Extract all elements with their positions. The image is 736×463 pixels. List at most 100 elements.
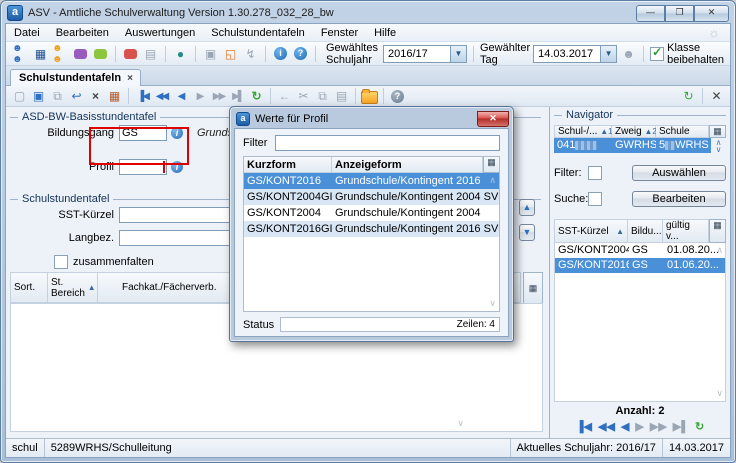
dialog-filter-input[interactable] xyxy=(275,135,500,151)
info-icon[interactable]: i xyxy=(171,161,183,173)
layers-icon[interactable]: ▣ xyxy=(202,46,219,62)
dialog-row[interactable]: GS/KONT2016GI Grundschule/Kontingent 201… xyxy=(244,221,499,237)
bearbeiten-button[interactable]: Bearbeiten xyxy=(632,191,726,207)
chat-purple-icon[interactable] xyxy=(72,46,89,62)
classes-board-icon[interactable]: ▦ xyxy=(32,46,49,62)
schuljahr-select[interactable]: 2016/17 ▼ xyxy=(383,45,467,63)
window-badge-icon[interactable]: ◱ xyxy=(222,46,239,62)
row-scroll-icons[interactable]: ∧∨ xyxy=(711,139,726,153)
auswaehlen-button[interactable]: Auswählen xyxy=(632,165,726,181)
tab-close-icon[interactable]: × xyxy=(127,73,133,84)
menu-bearbeiten[interactable]: Bearbeiten xyxy=(56,27,109,39)
fast-back-icon[interactable]: ◀◀ xyxy=(598,420,615,433)
menu-fenster[interactable]: Fenster xyxy=(321,27,358,39)
flash-icon[interactable]: ↯ xyxy=(242,46,259,62)
folder-icon[interactable] xyxy=(361,88,378,104)
dialog-row[interactable]: GS/KONT2016 Grundschule/Kontingent 2016 xyxy=(244,173,499,189)
statusbar-schuljahr: Aktuelles Schuljahr: 2016/17 xyxy=(511,439,663,457)
col-zweig[interactable]: Zweig ▲2 xyxy=(612,125,656,138)
export-refresh-icon[interactable]: ↻ xyxy=(680,88,697,104)
next-record-icon[interactable]: ▶ xyxy=(191,88,208,104)
paste-icon[interactable]: ▤ xyxy=(333,88,350,104)
forward-icon[interactable]: ▶ xyxy=(635,420,643,433)
col-gueltig[interactable]: gültig v... xyxy=(663,219,709,243)
col-schule[interactable]: Schule xyxy=(656,125,709,138)
help-icon[interactable]: ? xyxy=(292,46,309,62)
save-icon[interactable]: ▣ xyxy=(30,88,47,104)
refresh-icon[interactable]: ↻ xyxy=(248,88,265,104)
filter-checkbox[interactable] xyxy=(588,166,602,180)
menu-datei[interactable]: Datei xyxy=(14,27,40,39)
col-sst-kuerzel[interactable]: SST-Kürzel▲ xyxy=(554,219,628,243)
globe-icon[interactable]: ● xyxy=(172,46,189,62)
menu-auswertungen[interactable]: Auswertungen xyxy=(125,27,195,39)
chevron-down-icon[interactable]: ▼ xyxy=(600,46,616,62)
menu-schulstundentafeln[interactable]: Schulstundentafeln xyxy=(211,27,305,39)
sst-row[interactable]: GS/KONT2004 GS 01.08.20... xyxy=(555,243,725,258)
dialog-row[interactable]: GS/KONT2004GI Grundschule/Kontingent 200… xyxy=(244,189,499,205)
fast-forward-icon[interactable]: ▶▶ xyxy=(210,88,227,104)
column-chooser-icon[interactable]: ▦ xyxy=(483,157,499,173)
klasse-beibehalten-checkbox[interactable] xyxy=(650,47,664,61)
new-record-icon[interactable]: ▢ xyxy=(11,88,28,104)
maximize-button[interactable]: ❐ xyxy=(665,5,694,22)
chat-green-icon[interactable] xyxy=(92,46,109,62)
column-chooser-icon[interactable]: ▦ xyxy=(709,125,726,138)
scroll-down-icon[interactable]: ∨ xyxy=(489,298,496,309)
minimize-button[interactable]: — xyxy=(636,5,665,22)
col-kurzform[interactable]: Kurzform xyxy=(244,157,332,173)
spinner-up-icon[interactable]: ▲ xyxy=(519,199,535,216)
column-chooser-icon[interactable]: ▦ xyxy=(709,219,726,243)
first-record-icon[interactable]: ▐◀ xyxy=(134,88,151,104)
panel-close-icon[interactable]: ✕ xyxy=(708,88,725,104)
back-icon[interactable]: ◀ xyxy=(621,420,629,433)
sst-row[interactable]: GS/KONT2016 GS 01.06.20... xyxy=(555,258,725,273)
close-button[interactable]: ✕ xyxy=(694,5,729,22)
col-schul[interactable]: Schul-/... ▲1 xyxy=(554,125,612,138)
col-bildungsgang[interactable]: Bildu... xyxy=(628,219,663,243)
info-icon[interactable]: i xyxy=(272,46,289,62)
delete-record-icon[interactable]: × xyxy=(87,88,104,104)
column-chooser-icon[interactable]: ▦ xyxy=(523,272,543,305)
bildungsgang-field[interactable]: GS xyxy=(119,125,167,141)
previous-record-icon[interactable]: ◀ xyxy=(172,88,189,104)
scroll-down-icon[interactable]: ∨ xyxy=(457,418,464,429)
teachers-icon[interactable]: ☻☻ xyxy=(52,46,69,62)
toolbar-separator xyxy=(643,46,644,62)
dialog-close-button[interactable]: ✕ xyxy=(477,111,509,127)
col-sort[interactable]: Sort. xyxy=(10,272,48,303)
last-icon[interactable]: ▶▌ xyxy=(673,420,689,433)
table-delete-icon[interactable]: ▦ xyxy=(106,88,123,104)
col-st-bereich[interactable]: St. Bereich ▲ xyxy=(48,272,98,303)
menu-hilfe[interactable]: Hilfe xyxy=(374,27,396,39)
zusammenfalten-checkbox[interactable] xyxy=(54,255,68,269)
tag-select[interactable]: 14.03.2017 ▼ xyxy=(533,45,617,63)
school-row[interactable]: 041 GWRHS 5WRHS ∧∨ xyxy=(554,138,726,153)
info-icon[interactable]: i xyxy=(171,127,183,139)
copy-icon[interactable]: ⧉ xyxy=(314,88,331,104)
chevron-down-icon[interactable]: ▼ xyxy=(450,46,466,62)
copy-record-icon[interactable]: ⧉ xyxy=(49,88,66,104)
spinner-down-icon[interactable]: ▼ xyxy=(519,224,535,241)
fast-back-icon[interactable]: ◀◀ xyxy=(153,88,170,104)
profil-field[interactable] xyxy=(119,159,167,175)
scroll-up-icon[interactable]: ∧ xyxy=(489,175,496,186)
last-record-icon[interactable]: ▶▌ xyxy=(229,88,246,104)
col-anzeigeform[interactable]: Anzeigeform xyxy=(332,157,483,173)
fast-forward-icon[interactable]: ▶▶ xyxy=(650,420,667,433)
chat-red-icon[interactable] xyxy=(122,46,139,62)
scroll-down-icon[interactable]: ∨ xyxy=(716,388,723,399)
tab-schulstundentafeln[interactable]: Schulstundentafeln × xyxy=(10,69,141,86)
scroll-up-icon[interactable]: ∧ xyxy=(716,245,723,256)
refresh-icon[interactable]: ↻ xyxy=(695,420,704,433)
first-icon[interactable]: ▐◀ xyxy=(576,420,592,433)
help2-icon[interactable]: ? xyxy=(389,88,406,104)
cut-icon[interactable]: ✂ xyxy=(295,88,312,104)
dialog-row[interactable]: GS/KONT2004 Grundschule/Kontingent 2004 xyxy=(244,205,499,221)
report-printer-icon[interactable]: ▤ xyxy=(142,46,159,62)
students-icon[interactable]: ☻☻ xyxy=(12,46,29,62)
back-arrow-icon[interactable]: ← xyxy=(276,88,293,104)
undo-icon[interactable]: ↩ xyxy=(68,88,85,104)
suche-checkbox[interactable] xyxy=(588,192,602,206)
schuljahr-label: Gewähltes Schuljahr xyxy=(326,42,380,66)
